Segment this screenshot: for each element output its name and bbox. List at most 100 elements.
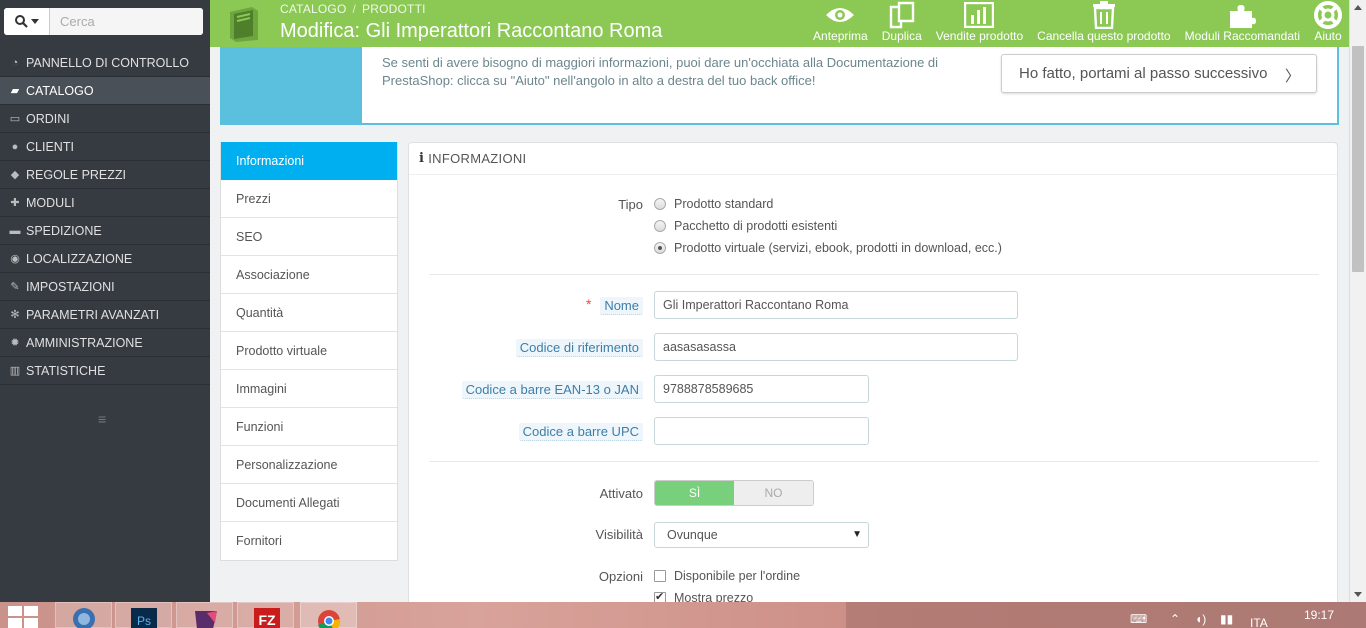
upc-label: Codice a barre UPC	[518, 423, 643, 441]
radio-virtual-product[interactable]: Prodotto virtuale (servizi, ebook, prodo…	[654, 241, 1002, 255]
tab-informazioni[interactable]: Informazioni	[221, 142, 397, 180]
tab-seo[interactable]: SEO	[221, 218, 397, 256]
panel-heading: i INFORMAZIONI	[409, 143, 1337, 175]
radio-pack-product[interactable]: Pacchetto di prodotti esistenti	[654, 219, 837, 233]
search-icon	[14, 15, 28, 28]
recommended-modules-button[interactable]: Moduli Raccomandati	[1178, 0, 1307, 47]
preview-button[interactable]: Anteprima	[806, 0, 875, 47]
divider	[429, 274, 1319, 275]
tab-prodotto-virtuale[interactable]: Prodotto virtuale	[221, 332, 397, 370]
globe-icon: ◉	[10, 252, 20, 265]
breadcrumb: CATALOGO / PRODOTTI	[280, 2, 426, 16]
tab-fornitori[interactable]: Fornitori	[221, 522, 397, 560]
breadcrumb-products[interactable]: PRODOTTI	[362, 2, 426, 16]
next-step-label: Ho fatto, portami al passo successivo	[1019, 65, 1268, 82]
collapse-menu-icon[interactable]: ≡	[98, 411, 106, 427]
bar-chart-icon: ▥	[9, 364, 21, 377]
ean-input[interactable]	[654, 375, 869, 403]
taskbar-photoshop[interactable]: Ps	[115, 602, 172, 628]
menu-item-settings[interactable]: ✎ IMPOSTAZIONI	[0, 273, 210, 301]
next-step-button[interactable]: Ho fatto, portami al passo successivo 〉	[1001, 54, 1317, 93]
options-label: Opzioni	[598, 569, 643, 584]
tab-associazione[interactable]: Associazione	[221, 256, 397, 294]
taskbar-filezilla[interactable]: FZ	[237, 602, 294, 628]
menu-item-orders[interactable]: ▭ ORDINI	[0, 105, 210, 133]
menu-item-customers[interactable]: ● CLIENTI	[0, 133, 210, 161]
menu-item-administration[interactable]: ✹ AMMINISTRAZIONE	[0, 329, 210, 357]
delete-product-button[interactable]: Cancella questo prodotto	[1030, 0, 1177, 47]
page-scrollbar[interactable]	[1349, 0, 1366, 602]
language-indicator[interactable]: ITA	[1250, 616, 1268, 628]
taskbar-app[interactable]	[176, 602, 233, 628]
clock[interactable]: 19:17	[1304, 608, 1334, 622]
duplicate-label: Duplica	[881, 29, 922, 43]
help-button[interactable]: Aiuto	[1307, 0, 1349, 47]
radio-standard-product[interactable]: Prodotto standard	[654, 197, 773, 211]
switch-on[interactable]: SÌ	[655, 481, 734, 505]
banner-text: Se senti di avere bisogno di maggiori in…	[382, 55, 939, 88]
book-icon	[230, 7, 258, 42]
volume-icon[interactable]: ◖)	[1195, 612, 1206, 626]
tab-personalizzazione[interactable]: Personalizzazione	[221, 446, 397, 484]
dashboard-icon: ◔	[11, 56, 19, 69]
menu-item-label: SPEDIZIONE	[26, 223, 102, 238]
search-input[interactable]	[50, 8, 203, 35]
menu-item-advanced-parameters[interactable]: ✻ PARAMETRI AVANZATI	[0, 301, 210, 329]
preview-label: Anteprima	[813, 29, 868, 43]
menu-item-localization[interactable]: ◉ LOCALIZZAZIONE	[0, 245, 210, 273]
scroll-up-icon[interactable]	[1354, 5, 1362, 10]
keyboard-icon[interactable]: ⌨	[1130, 612, 1147, 626]
switch-off[interactable]: NO	[734, 481, 813, 505]
trash-icon	[1092, 1, 1115, 29]
menu-item-dashboard[interactable]: ◔ PANNELLO DI CONTROLLO	[0, 49, 210, 77]
truck-icon: ▬	[9, 224, 21, 237]
menu-item-label: CATALOGO	[26, 83, 94, 98]
radio-button[interactable]	[654, 220, 666, 232]
checkbox-label: Disponibile per l'ordine	[674, 569, 801, 583]
active-switch[interactable]: SÌ NO	[654, 480, 814, 506]
taskbar-chrome[interactable]	[300, 602, 357, 628]
menu-item-statistics[interactable]: ▥ STATISTICHE	[0, 357, 210, 385]
scrollbar-thumb[interactable]	[1352, 46, 1364, 272]
os-taskbar: Ps FZ ⌨ ⌃ ◖) ▮▮ ITA 19:17	[0, 602, 1366, 628]
radio-button[interactable]	[654, 242, 666, 254]
tab-funzioni[interactable]: Funzioni	[221, 408, 397, 446]
network-icon[interactable]: ▮▮	[1220, 612, 1233, 626]
menu-item-label: CLIENTI	[26, 139, 74, 154]
reference-input[interactable]	[654, 333, 1018, 361]
breadcrumb-catalog[interactable]: CATALOGO	[280, 2, 347, 16]
name-input[interactable]	[654, 291, 1018, 319]
caret-down-icon	[30, 19, 39, 24]
tab-quantita[interactable]: Quantità	[221, 294, 397, 332]
search-button[interactable]	[4, 8, 50, 35]
menu-item-shipping[interactable]: ▬ SPEDIZIONE	[0, 217, 210, 245]
available-for-order-option[interactable]: Disponibile per l'ordine	[654, 569, 800, 583]
checkbox[interactable]	[654, 570, 666, 582]
visibility-select[interactable]: Ovunque ▼	[654, 522, 869, 548]
sidebar: ◔ PANNELLO DI CONTROLLO ▰ CATALOGO ▭ ORDINI…	[0, 0, 210, 602]
windows-start-icon[interactable]	[8, 606, 38, 628]
arrow-up-icon[interactable]: ⌃	[1170, 612, 1180, 626]
tab-prezzi[interactable]: Prezzi	[221, 180, 397, 218]
menu-item-label: AMMINISTRAZIONE	[26, 335, 143, 350]
radio-button[interactable]	[654, 198, 666, 210]
scroll-down-icon[interactable]	[1354, 592, 1362, 597]
upc-input[interactable]	[654, 417, 869, 445]
menu-item-modules[interactable]: ✚ MODULI	[0, 189, 210, 217]
duplicate-button[interactable]: Duplica	[875, 0, 929, 47]
puzzle-icon: ✚	[10, 196, 20, 209]
main-menu: ◔ PANNELLO DI CONTROLLO ▰ CATALOGO ▭ ORDINI…	[0, 49, 210, 385]
product-sales-button[interactable]: Vendite prodotto	[929, 0, 1030, 47]
puzzle-icon	[1230, 5, 1257, 28]
menu-item-price-rules[interactable]: ◆ REGOLE PREZZI	[0, 161, 210, 189]
recommended-modules-label: Moduli Raccomandati	[1184, 29, 1300, 43]
chevron-right-icon: 〉	[1284, 68, 1300, 85]
tab-immagini[interactable]: Immagini	[221, 370, 397, 408]
taskbar-thunderbird[interactable]	[55, 602, 112, 628]
menu-item-label: PARAMETRI AVANZATI	[26, 307, 160, 322]
tab-documenti-allegati[interactable]: Documenti Allegati	[221, 484, 397, 522]
bar-chart-icon	[964, 2, 995, 28]
menu-item-catalog[interactable]: ▰ CATALOGO	[0, 77, 210, 105]
menu-item-label: STATISTICHE	[26, 363, 106, 378]
menu-item-label: IMPOSTAZIONI	[26, 279, 115, 294]
